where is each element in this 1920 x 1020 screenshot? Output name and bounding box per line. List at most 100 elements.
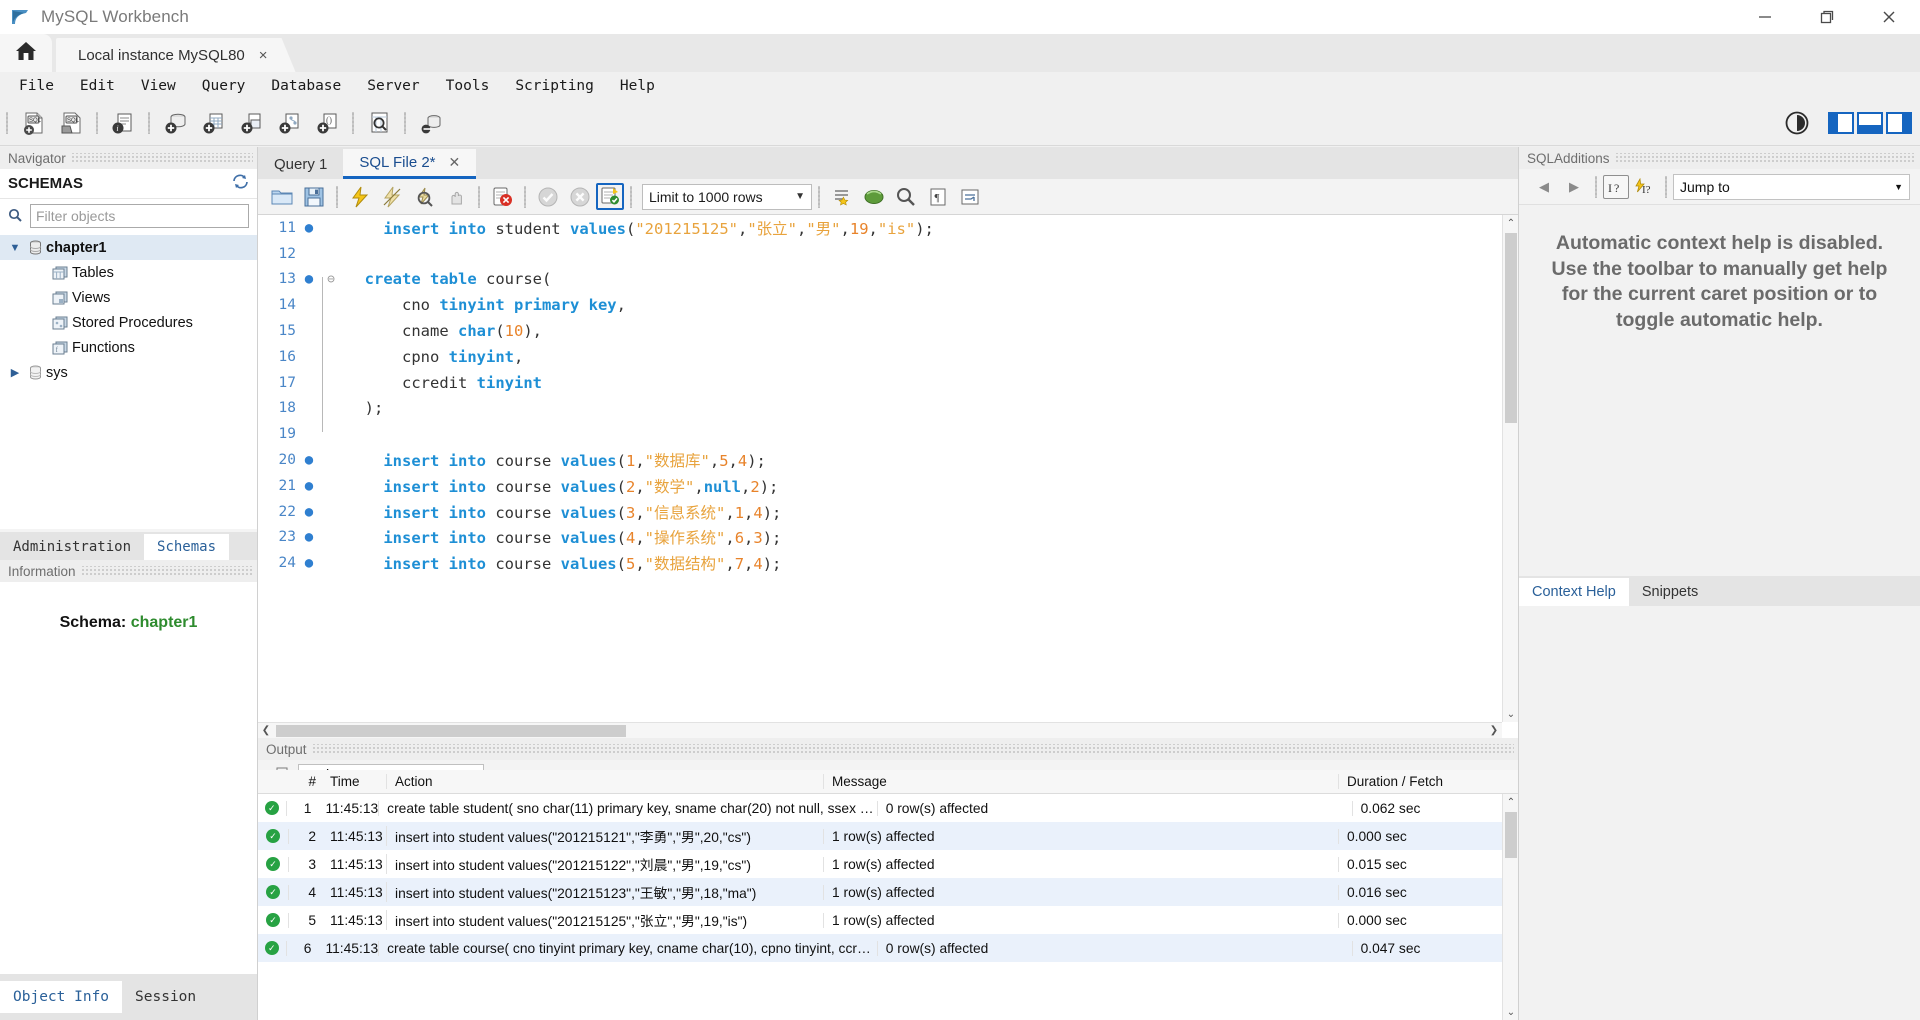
- menu-edit[interactable]: Edit: [67, 72, 128, 100]
- context-help-icon[interactable]: I ?: [1603, 174, 1629, 199]
- menu-file[interactable]: File: [6, 72, 67, 100]
- breakpoint-marker-icon[interactable]: ●: [298, 220, 320, 236]
- restore-button[interactable]: [1796, 0, 1858, 34]
- fold-marker-icon[interactable]: ⊖: [320, 272, 342, 287]
- code-line[interactable]: 17 ccredit tinyint: [258, 370, 1502, 396]
- save-file-icon[interactable]: [298, 182, 330, 212]
- execute-current-statement-icon[interactable]: [376, 182, 408, 212]
- menu-help[interactable]: Help: [607, 72, 668, 100]
- tree-node-chapter1[interactable]: ▼ chapter1: [0, 235, 257, 260]
- sql-code-editor[interactable]: 11 ● insert into student values("20121512…: [258, 215, 1518, 738]
- help-circle-icon[interactable]: [1778, 104, 1816, 142]
- code-line[interactable]: 16 cpno tinyint,: [258, 344, 1502, 370]
- arrow-left-icon[interactable]: ◀: [1529, 173, 1559, 201]
- breakpoint-marker-icon[interactable]: ●: [298, 478, 320, 494]
- close-icon[interactable]: ×: [259, 47, 268, 64]
- scroll-up-icon[interactable]: ⌃: [1503, 215, 1519, 231]
- menu-view[interactable]: View: [128, 72, 189, 100]
- close-button[interactable]: [1858, 0, 1920, 34]
- code-line[interactable]: 22 ● insert into course values(3,"信息系统",1…: [258, 499, 1502, 525]
- tab-snippets[interactable]: Snippets: [1629, 578, 1711, 606]
- open-sql-script-icon[interactable]: SQL: [52, 104, 90, 142]
- toggle-stop-on-error-icon[interactable]: [486, 182, 518, 212]
- chevron-down-icon[interactable]: ▼: [6, 242, 24, 254]
- breakpoint-marker-icon[interactable]: ●: [298, 529, 320, 545]
- chevron-right-icon[interactable]: ▶: [6, 366, 24, 379]
- tree-node-tables[interactable]: Tables: [0, 260, 257, 285]
- filter-objects-input[interactable]: [30, 204, 249, 228]
- scroll-left-icon[interactable]: ❮: [258, 723, 274, 739]
- table-row[interactable]: ✓ 1 11:45:13 create table student( sno char…: [258, 794, 1518, 822]
- code-lines[interactable]: 11 ● insert into student values("20121512…: [258, 215, 1502, 722]
- tab-session[interactable]: Session: [122, 981, 209, 1013]
- breakpoint-marker-icon[interactable]: ●: [298, 452, 320, 468]
- breakpoint-marker-icon[interactable]: ●: [298, 555, 320, 571]
- menu-server[interactable]: Server: [354, 72, 432, 100]
- scrollbar-thumb[interactable]: [1505, 233, 1517, 423]
- menu-database[interactable]: Database: [258, 72, 354, 100]
- hscroll-track[interactable]: [276, 725, 1484, 737]
- automatic-help-icon[interactable]: I?: [1629, 173, 1659, 201]
- auto-commit-icon[interactable]: [596, 183, 624, 210]
- menu-query[interactable]: Query: [189, 72, 259, 100]
- open-file-icon[interactable]: [266, 182, 298, 212]
- arrow-right-icon[interactable]: ▶: [1559, 173, 1589, 201]
- tree-node-stored-procedures[interactable]: Stored Procedures: [0, 310, 257, 335]
- new-view-icon[interactable]: [232, 104, 270, 142]
- output-vertical-scrollbar[interactable]: ⌃ ⌄: [1502, 794, 1518, 1020]
- tab-sql-file-2[interactable]: SQL File 2* ✕: [343, 149, 477, 179]
- code-line[interactable]: 21 ● insert into course values(2,"数学",nul…: [258, 473, 1502, 499]
- refresh-icon[interactable]: [232, 174, 249, 193]
- code-line[interactable]: 20 ● insert into course values(1,"数据库",5,…: [258, 447, 1502, 473]
- find-icon[interactable]: [858, 182, 890, 212]
- tree-node-functions[interactable]: f Functions: [0, 335, 257, 360]
- toggle-sidebar-button[interactable]: [1828, 112, 1854, 134]
- tab-local-instance-mysql80[interactable]: Local instance MySQL80 ×: [56, 38, 296, 72]
- new-sql-tab-icon[interactable]: SQL: [14, 104, 52, 142]
- jump-to-select[interactable]: Jump to ▼: [1673, 173, 1910, 200]
- wrap-lines-icon[interactable]: [954, 182, 986, 212]
- toggle-invisible-icon[interactable]: ¶: [922, 182, 954, 212]
- new-function-icon[interactable]: (): [308, 104, 346, 142]
- close-icon[interactable]: ✕: [449, 154, 461, 171]
- explain-icon[interactable]: [408, 182, 440, 212]
- table-row[interactable]: ✓ 5 11:45:13 insert into student values("20…: [258, 906, 1518, 934]
- search-icon[interactable]: [890, 182, 922, 212]
- beautify-icon[interactable]: [826, 182, 858, 212]
- tree-node-sys[interactable]: ▶ sys: [0, 360, 257, 385]
- row-limit-select[interactable]: Limit to 1000 rows ▼: [642, 183, 812, 210]
- tab-administration[interactable]: Administration: [0, 534, 145, 560]
- code-line[interactable]: 14 cno tinyint primary key,: [258, 292, 1502, 318]
- search-table-data-icon[interactable]: [360, 104, 398, 142]
- code-line[interactable]: 12: [258, 241, 1502, 267]
- code-line[interactable]: 18 );: [258, 396, 1502, 422]
- new-schema-icon[interactable]: [156, 104, 194, 142]
- code-line[interactable]: 24 ● insert into course values(5,"数据结构",7…: [258, 550, 1502, 576]
- toggle-output-button[interactable]: [1857, 112, 1883, 134]
- commit-icon[interactable]: [532, 182, 564, 212]
- minimize-button[interactable]: [1734, 0, 1796, 34]
- code-line[interactable]: 13 ● ⊖ create table course(: [258, 267, 1502, 293]
- home-tab[interactable]: [0, 34, 52, 72]
- table-row[interactable]: ✓ 4 11:45:13 insert into student values("20…: [258, 878, 1518, 906]
- breakpoint-marker-icon[interactable]: ●: [298, 271, 320, 287]
- scroll-down-icon[interactable]: ⌄: [1503, 706, 1519, 722]
- scroll-down-icon[interactable]: ⌄: [1503, 1004, 1519, 1020]
- code-line[interactable]: 11 ● insert into student values("20121512…: [258, 215, 1502, 241]
- menu-scripting[interactable]: Scripting: [502, 72, 607, 100]
- menu-tools[interactable]: Tools: [433, 72, 503, 100]
- connection-info-icon[interactable]: i: [104, 104, 142, 142]
- code-line[interactable]: 19: [258, 421, 1502, 447]
- scroll-up-icon[interactable]: ⌃: [1503, 794, 1519, 810]
- scrollbar-thumb[interactable]: [276, 725, 626, 737]
- table-row[interactable]: ✓ 3 11:45:13 insert into student values("20…: [258, 850, 1518, 878]
- scroll-right-icon[interactable]: ❯: [1486, 723, 1502, 739]
- tab-object-info[interactable]: Object Info: [0, 981, 123, 1013]
- editor-vertical-scrollbar[interactable]: ⌃ ⌄: [1502, 215, 1518, 722]
- new-procedure-icon[interactable]: [270, 104, 308, 142]
- reconnect-server-icon[interactable]: [412, 104, 450, 142]
- tree-node-views[interactable]: Views: [0, 285, 257, 310]
- breakpoint-marker-icon[interactable]: ●: [298, 504, 320, 520]
- table-row[interactable]: ✓ 2 11:45:13 insert into student values("20…: [258, 822, 1518, 850]
- code-line[interactable]: 23 ● insert into course values(4,"操作系统",6…: [258, 525, 1502, 551]
